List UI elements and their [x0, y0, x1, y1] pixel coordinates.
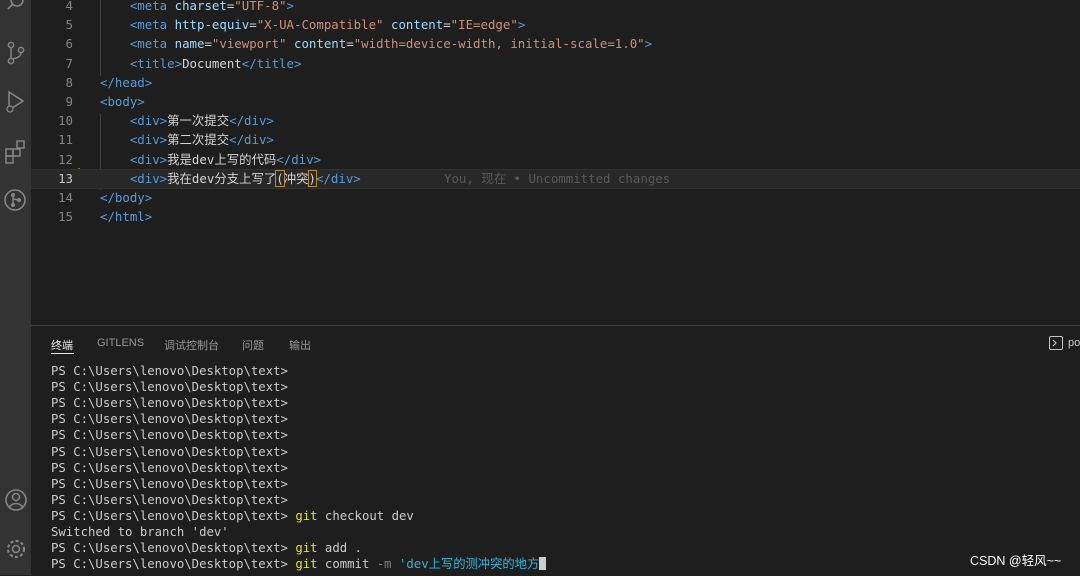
code-text: </body>: [100, 190, 153, 205]
line-number: 7: [65, 55, 73, 71]
terminal-icon[interactable]: [1049, 336, 1063, 350]
activity-bar: [0, 0, 31, 575]
terminal-output-line: Switched to branch 'dev': [51, 525, 229, 539]
terminal-prompt-line: PS C:\Users\lenovo\Desktop\text>: [51, 380, 288, 395]
code-text: <meta http-equiv="X-UA-Compatible" conte…: [129, 17, 526, 33]
code-line[interactable]: 10 <div>第一次提交</div>: [31, 111, 1080, 130]
source-control-icon[interactable]: [0, 40, 31, 66]
code-line[interactable]: 5 <meta http-equiv="X-UA-Compatible" con…: [31, 15, 1080, 34]
code-text: </html>: [100, 209, 153, 225]
code-line[interactable]: 11 <div>第二次提交</div>: [31, 130, 1080, 149]
code-line[interactable]: 12 <div>我是dev上写的代码</div>: [31, 150, 1080, 169]
terminal-prompt-line: PS C:\Users\lenovo\Desktop\text>: [51, 396, 288, 411]
line-number: 8: [65, 74, 73, 90]
line-number: 4: [65, 0, 73, 13]
code-line[interactable]: 7 <title>Document</title>: [31, 54, 1080, 73]
terminal-selector-label[interactable]: po: [1068, 337, 1080, 349]
line-number: 9: [65, 94, 73, 109]
terminal-prompt-line: PS C:\Users\lenovo\Desktop\text>: [51, 412, 288, 427]
settings-gear-icon[interactable]: [0, 537, 31, 561]
line-number: 6: [65, 36, 73, 52]
active-tab-underline: [51, 353, 74, 354]
tab-problems[interactable]: 问题: [242, 337, 264, 353]
line-number: 12: [58, 151, 73, 167]
tab-output[interactable]: 输出: [289, 337, 311, 353]
code-editor[interactable]: 4 <meta charset="UTF-8"> 5 <meta http-equ…: [31, 0, 1080, 325]
code-text: <body>: [100, 94, 145, 109]
code-line[interactable]: 9 <body>: [31, 92, 1080, 111]
terminal-prompt-line: PS C:\Users\lenovo\Desktop\text>: [51, 364, 288, 378]
code-text: <meta name="viewport" content="width=dev…: [129, 36, 653, 52]
run-debug-icon[interactable]: [0, 89, 31, 115]
code-text: <div>第一次提交</div>: [129, 113, 274, 129]
terminal-command-line: PS C:\Users\lenovo\Desktop\text> git com…: [51, 556, 547, 572]
terminal-command-line: PS C:\Users\lenovo\Desktop\text> git che…: [51, 508, 414, 523]
terminal-command-line: PS C:\Users\lenovo\Desktop\text> git add…: [51, 541, 362, 556]
extensions-icon[interactable]: [0, 138, 31, 164]
line-number: 5: [65, 17, 73, 33]
watermark: CSDN @轻风~~: [970, 554, 1062, 568]
line-number: 11: [58, 132, 73, 148]
terminal-prompt-line: PS C:\Users\lenovo\Desktop\text>: [51, 428, 288, 443]
code-line[interactable]: 13 <div>我在dev分支上写了(冲突)</div> You, 现在 • Un…: [31, 168, 1080, 189]
bottom-panel: 终端 GITLENS 调试控制台 问题 输出 po PS C:\Users\le…: [31, 325, 1080, 576]
code-text: <title>Document</title>: [129, 55, 302, 71]
line-number: 15: [58, 209, 73, 225]
gitlens-blame-annotation: You, 现在 • Uncommitted changes: [444, 170, 671, 186]
code-text: <meta charset="UTF-8">: [129, 0, 294, 13]
terminal-prompt-line: PS C:\Users\lenovo\Desktop\text>: [51, 476, 288, 491]
search-icon[interactable]: [0, 0, 31, 14]
code-text: <div>我在dev分支上写了(冲突)</div>: [129, 169, 361, 187]
code-line[interactable]: 14 </body>: [31, 188, 1080, 207]
terminal-prompt-line: PS C:\Users\lenovo\Desktop\text>: [51, 460, 288, 475]
code-text: </head>: [100, 74, 153, 90]
code-text: <div>我是dev上写的代码</div>: [129, 151, 322, 167]
code-line[interactable]: 8 </head>: [31, 73, 1080, 92]
line-number: 14: [58, 190, 73, 205]
panel-tabs: 终端 GITLENS 调试控制台 问题 输出 po: [31, 326, 1080, 360]
code-text: <div>第二次提交</div>: [129, 132, 274, 148]
code-line[interactable]: 4 <meta charset="UTF-8">: [31, 0, 1080, 15]
line-number: 13: [58, 170, 73, 186]
account-icon[interactable]: [0, 488, 31, 512]
code-line[interactable]: 6 <meta name="viewport" content="width=d…: [31, 34, 1080, 53]
tab-terminal[interactable]: 终端: [51, 337, 73, 353]
terminal-prompt-line: PS C:\Users\lenovo\Desktop\text>: [51, 492, 288, 507]
tab-debug-console[interactable]: 调试控制台: [164, 337, 219, 353]
tab-gitlens[interactable]: GITLENS: [97, 337, 144, 349]
terminal-prompt-line: PS C:\Users\lenovo\Desktop\text>: [51, 444, 288, 459]
gitlens-icon[interactable]: [0, 187, 31, 213]
terminal-cursor: [539, 557, 547, 571]
code-line[interactable]: 15 </html>: [31, 207, 1080, 226]
line-number: 10: [58, 113, 73, 129]
